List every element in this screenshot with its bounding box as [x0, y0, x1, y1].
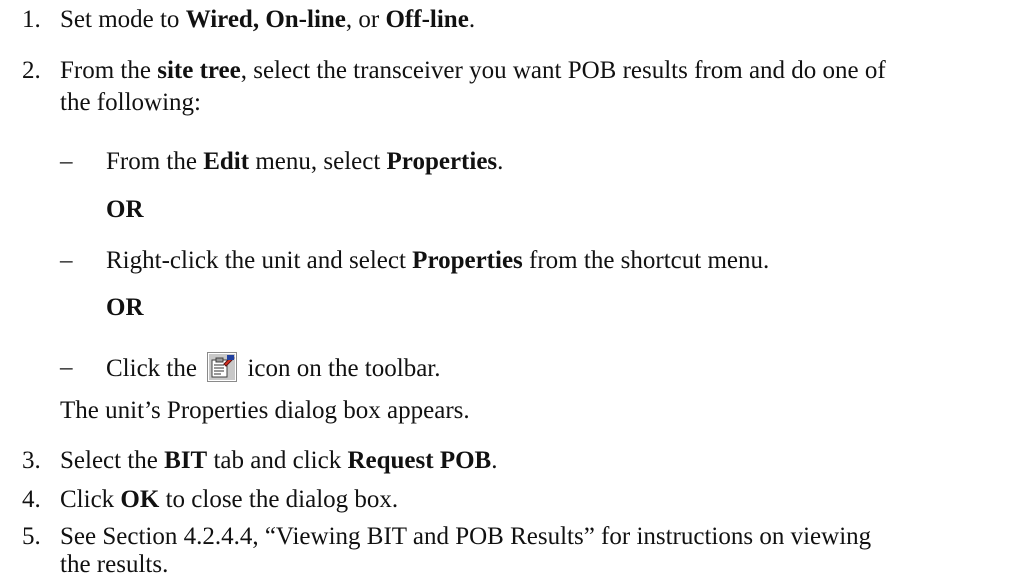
option-text-part: .: [497, 148, 504, 175]
dash-bullet: –: [60, 148, 73, 175]
step-text-part: Click: [60, 486, 121, 513]
or-text: OR: [106, 196, 144, 223]
step-number: 1.: [22, 6, 41, 33]
step-number: 2.: [22, 57, 41, 84]
step-text-part: .: [468, 6, 476, 33]
properties-term: Properties: [386, 148, 498, 175]
option-text-part: Click the: [106, 355, 204, 382]
dash-bullet: –: [60, 354, 73, 381]
step-number: 4.: [22, 486, 41, 513]
step-text-part: tab and click: [207, 447, 348, 474]
step-text-part: Set mode to: [60, 6, 186, 33]
step-number: 3.: [22, 447, 41, 474]
step-text-part: .: [491, 447, 498, 474]
option-text-part: Right-click the unit and select: [106, 247, 413, 274]
dash-bullet: –: [60, 247, 73, 274]
result-text: The unit’s Properties dialog box appears…: [60, 397, 470, 424]
request-pob-term: Request POB: [347, 447, 492, 474]
step-number: 5.: [22, 523, 41, 550]
option-text-part: icon on the toolbar.: [241, 355, 441, 382]
step-text-part: From the: [60, 57, 158, 84]
step-text: Set mode to Wired, On-line, or Off-line.: [60, 4, 475, 36]
mode-offline: Off-line: [385, 6, 469, 33]
step-text: the following:: [60, 89, 201, 116]
edit-menu-term: Edit: [203, 148, 250, 175]
step-text: Select the BIT tab and click Request POB…: [60, 445, 497, 477]
mode-wired-online: Wired, On-line: [185, 6, 346, 33]
bit-tab-term: BIT: [164, 447, 208, 474]
properties-term: Properties: [412, 247, 523, 274]
step-text: the results.: [60, 551, 169, 578]
step-text: From the site tree, select the transceiv…: [60, 55, 886, 87]
step-text-part: Select the: [60, 447, 165, 474]
site-tree-term: site tree: [157, 57, 241, 84]
option-text-part: menu, select: [249, 148, 387, 175]
option-text: Right-click the unit and select Properti…: [106, 245, 769, 277]
option-text-part: From the: [106, 148, 204, 175]
step-text-part: , or: [345, 6, 386, 33]
option-text: Click the icon on the toolbar.: [106, 352, 441, 385]
step-text-part: , select the transceiver you want POB re…: [240, 57, 886, 84]
step-text-part: to close the dialog box.: [159, 486, 399, 513]
option-text: From the Edit menu, select Properties.: [106, 146, 503, 178]
ok-term: OK: [120, 486, 160, 513]
properties-icon: [207, 352, 238, 382]
step-text: See Section 4.2.4.4, “Viewing BIT and PO…: [60, 523, 872, 550]
or-text: OR: [106, 294, 144, 321]
step-text: Click OK to close the dialog box.: [60, 484, 398, 516]
option-text-part: from the shortcut menu.: [522, 247, 770, 274]
